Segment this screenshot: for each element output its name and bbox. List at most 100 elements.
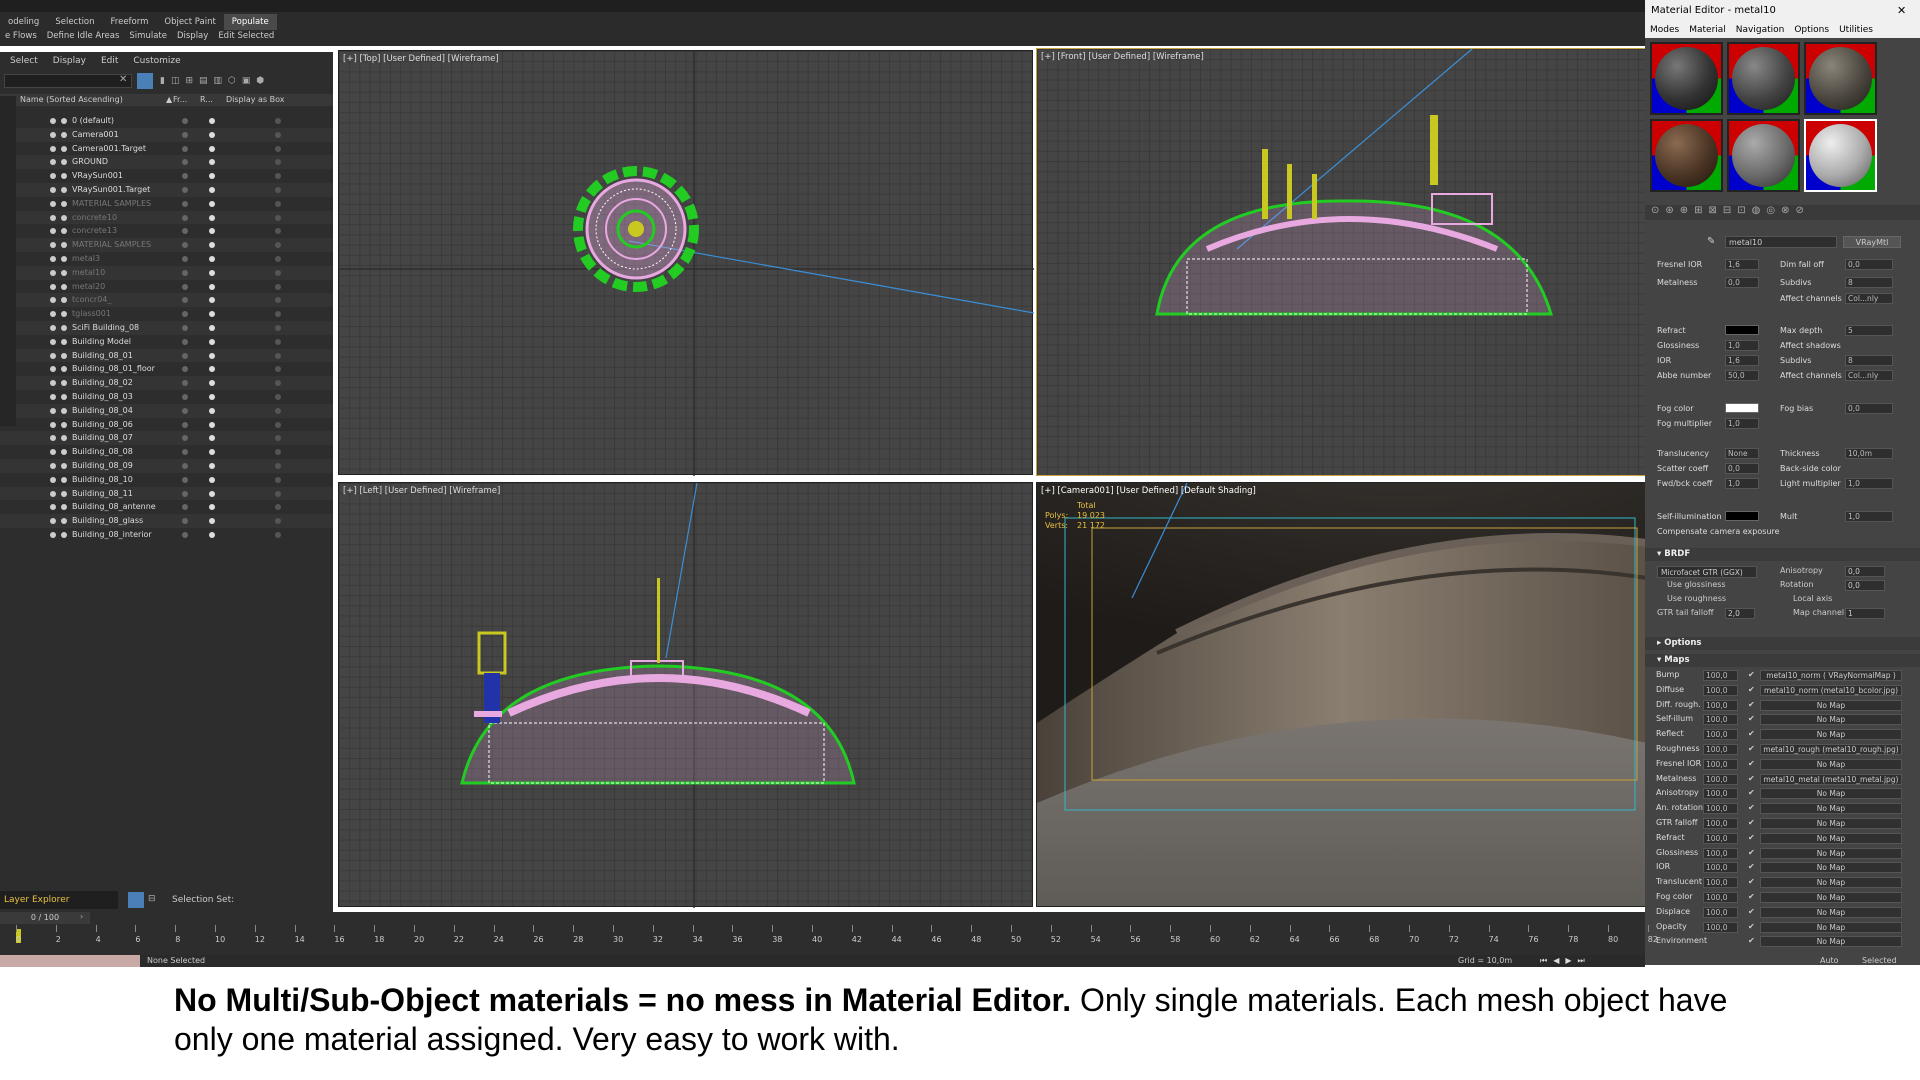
map-slot-button[interactable]: No Map (1760, 803, 1902, 815)
freeze-icon[interactable] (182, 297, 188, 304)
gtr-falloff-field[interactable]: 2,0 (1725, 608, 1755, 619)
render-icon[interactable] (209, 380, 215, 387)
render-icon[interactable] (209, 228, 215, 235)
map-slot-button[interactable]: No Map (1760, 699, 1902, 711)
hierarchy-icon[interactable]: ⊟ (148, 894, 156, 904)
freeze-icon[interactable] (182, 187, 188, 193)
render-icon[interactable] (209, 532, 215, 538)
map-enable-checkbox[interactable]: ✔ (1748, 920, 1755, 935)
map-amount[interactable]: 100,0 (1703, 670, 1738, 681)
eye-icon[interactable] (50, 476, 56, 483)
eye-icon[interactable] (50, 269, 56, 276)
box-icon[interactable] (275, 159, 281, 166)
freeze-icon[interactable] (182, 228, 188, 235)
ribbon-tab[interactable]: Object Paint (156, 14, 223, 30)
eye-icon[interactable] (50, 366, 56, 373)
ribbon-button[interactable]: Define Idle Areas (42, 29, 125, 43)
map-slot-button[interactable]: No Map (1760, 921, 1902, 933)
menu-modes[interactable]: Modes (1645, 22, 1684, 38)
freeze-icon[interactable] (182, 200, 188, 207)
sample-slot[interactable] (1804, 119, 1877, 192)
param-value-right[interactable]: 5 (1845, 325, 1893, 336)
ribbon-tab[interactable]: odeling (0, 14, 47, 30)
map-slot-button[interactable]: No Map (1760, 758, 1902, 770)
freeze-icon[interactable] (182, 256, 188, 262)
explorer-row[interactable]: Building_08_03 (0, 390, 333, 404)
explorer-row[interactable]: Building_08_01 (0, 348, 333, 363)
map-amount[interactable]: 100,0 (1703, 788, 1738, 800)
render-icon[interactable] (209, 159, 215, 166)
explorer-row[interactable]: Building_08_01_floor (0, 362, 333, 376)
map-slot-button[interactable]: No Map (1760, 862, 1902, 874)
eye-icon[interactable] (50, 187, 56, 193)
map-slot-button[interactable]: No Map (1760, 832, 1902, 844)
box-icon[interactable] (275, 366, 281, 373)
box-icon[interactable] (275, 463, 281, 469)
explorer-row[interactable]: tconcr04_ (0, 293, 333, 308)
map-amount[interactable]: 100,0 (1703, 744, 1738, 755)
map-slot-button[interactable]: No Map (1760, 877, 1902, 889)
freeze-icon[interactable] (182, 366, 188, 373)
param-value-right[interactable]: 0,0 (1845, 403, 1893, 414)
map-slot-button[interactable]: No Map (1760, 906, 1902, 918)
map-slot-button[interactable]: No Map (1760, 892, 1902, 903)
box-icon[interactable] (275, 173, 281, 180)
param-value[interactable]: 0,0 (1725, 463, 1759, 474)
render-icon[interactable] (209, 311, 215, 318)
map-amount[interactable]: 100,0 (1703, 758, 1738, 770)
box-icon[interactable] (275, 435, 281, 442)
eye-icon[interactable] (50, 297, 56, 304)
filter-icon[interactable] (137, 73, 153, 89)
explorer-row[interactable]: GROUND (0, 155, 333, 170)
param-value[interactable]: 1,6 (1725, 259, 1759, 270)
freeze-icon[interactable] (182, 421, 188, 428)
render-icon[interactable] (209, 366, 215, 373)
explorer-row[interactable]: metal3 (0, 252, 333, 266)
freeze-icon[interactable] (182, 118, 188, 124)
header-display-as-box[interactable]: Display as Box (226, 94, 285, 106)
explorer-row[interactable]: Building_08_07 (0, 431, 333, 446)
map-amount[interactable]: 100,0 (1703, 906, 1738, 918)
eye-icon[interactable] (50, 352, 56, 359)
freeze-icon[interactable] (182, 338, 188, 345)
map-slot-button[interactable]: metal10_metal (metal10_metal.jpg) (1760, 773, 1902, 785)
map-enable-checkbox[interactable]: ✔ (1748, 890, 1755, 905)
ribbon-button[interactable]: e Flows (0, 29, 42, 43)
ribbon-tab[interactable]: Selection (47, 14, 102, 30)
eye-icon[interactable] (50, 504, 56, 511)
maxscript-listener[interactable] (0, 955, 140, 967)
freeze-icon[interactable] (182, 131, 188, 138)
main-toolbar[interactable] (0, 0, 1645, 12)
explorer-row[interactable]: Building_08_02 (0, 376, 333, 390)
local-axis-radio[interactable]: Local axis (1793, 594, 1832, 603)
explorer-row[interactable]: tglass001 (0, 307, 333, 321)
box-icon[interactable] (275, 118, 281, 124)
explorer-row[interactable]: Building_08_06 (0, 418, 333, 432)
use-roughness-radio[interactable]: Use roughness (1667, 594, 1726, 603)
param-value[interactable]: 0,0 (1725, 277, 1759, 288)
param-value-right[interactable]: 1,0 (1845, 511, 1893, 522)
next-frame-icon[interactable]: › (80, 912, 83, 921)
eye-icon[interactable] (50, 118, 56, 124)
explorer-row[interactable]: SciFi Building_08 (0, 321, 333, 335)
map-amount[interactable]: 100,0 (1703, 862, 1738, 874)
viewport-front[interactable]: [+] [Front] [User Defined] [Wireframe] (1036, 48, 1646, 476)
render-icon[interactable] (209, 173, 215, 180)
map-slot-button[interactable]: No Map (1760, 847, 1902, 859)
param-value[interactable]: 1,0 (1725, 340, 1759, 351)
map-amount[interactable]: 100,0 (1703, 684, 1738, 696)
map-amount[interactable]: 100,0 (1703, 773, 1738, 785)
box-icon[interactable] (275, 145, 281, 152)
selected-dropdown[interactable]: Selected (1862, 955, 1897, 967)
color-swatch[interactable] (1725, 511, 1759, 521)
eye-icon[interactable] (50, 283, 56, 290)
menu-select[interactable]: Select (0, 52, 43, 70)
render-icon[interactable] (209, 325, 215, 331)
menu-material[interactable]: Material (1684, 22, 1731, 38)
map-amount[interactable]: 100,0 (1703, 921, 1738, 933)
sample-slot[interactable] (1804, 42, 1877, 115)
box-icon[interactable] (275, 131, 281, 138)
param-value-right[interactable]: 0,0 (1845, 259, 1893, 270)
map-amount[interactable]: 100,0 (1703, 714, 1738, 726)
explorer-row[interactable]: 0 (default) (0, 114, 333, 128)
